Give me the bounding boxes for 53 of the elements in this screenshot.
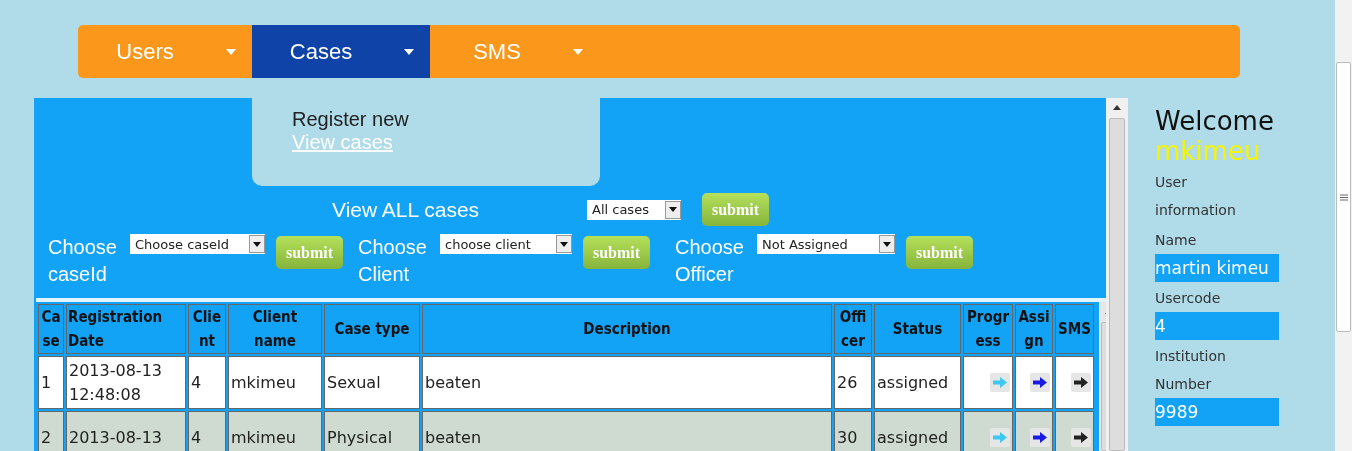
menu-link[interactable]: View cases [292,131,393,154]
submit-button[interactable]: submit [702,193,769,226]
field-label: Name [1155,231,1198,250]
table-cell: 2013-08-13 [66,411,186,451]
nav-tab[interactable]: SMS [430,25,604,78]
table-cell: 26 [834,356,872,409]
column-header: Client name [228,304,322,354]
column-header: Client [188,304,226,354]
table-cell: Sexual [324,356,420,409]
column-header: Registration Date [66,304,186,354]
section-label: User information [1155,173,1237,220]
table-cell: mkimeu [228,411,322,451]
table-cell: beaten [422,411,832,451]
table-cell: mkimeu [228,356,322,409]
field-value: 4 [1155,312,1279,340]
column-header: Progress [963,304,1013,354]
username: mkimeu [1155,136,1261,166]
column-header: Status [874,304,961,354]
table-cell: beaten [422,356,832,409]
table-cell: 4 [188,411,226,451]
field-value: martin kimeu [1155,254,1279,282]
submit-button[interactable]: submit [276,236,343,269]
filter-label: Choose caseId [48,235,118,287]
select-field[interactable]: Choose caseId [130,234,265,254]
submit-button[interactable]: submit [906,236,973,269]
field-label: Institution Number [1155,347,1227,394]
column-header: Description [422,304,832,354]
column-header: Assign [1015,304,1053,354]
filter-label: Choose Client [358,235,428,287]
column-header: Officer [834,304,872,354]
table-cell: assigned [874,411,961,451]
select-field[interactable]: Not Assigned [757,234,895,254]
select-field[interactable]: choose client [440,234,572,254]
table-cell: assigned [874,356,961,409]
table-cell: 30 [834,411,872,451]
table-cell: 2013-08-13 12:48:08 [66,356,186,409]
column-header: Case type [324,304,420,354]
column-header: Case [38,304,64,354]
filter-label: Choose Officer [675,235,745,287]
field-value: 9989 [1155,398,1279,426]
select-field[interactable]: All cases [587,199,681,220]
welcome-title: Welcome [1155,106,1274,136]
submit-button[interactable]: submit [583,236,650,269]
column-header: SMS [1055,304,1094,354]
table-cell: 2 [38,411,64,451]
view-all-title: View ALL cases [332,197,481,222]
table-cell: 4 [188,356,226,409]
nav-tab[interactable]: Users [78,25,252,78]
table-cell: 1 [38,356,64,409]
menu-item[interactable]: Register new [292,108,409,131]
table-cell: Physical [324,411,420,451]
field-label: Usercode [1155,289,1222,308]
nav-tab[interactable]: Cases [252,25,430,78]
